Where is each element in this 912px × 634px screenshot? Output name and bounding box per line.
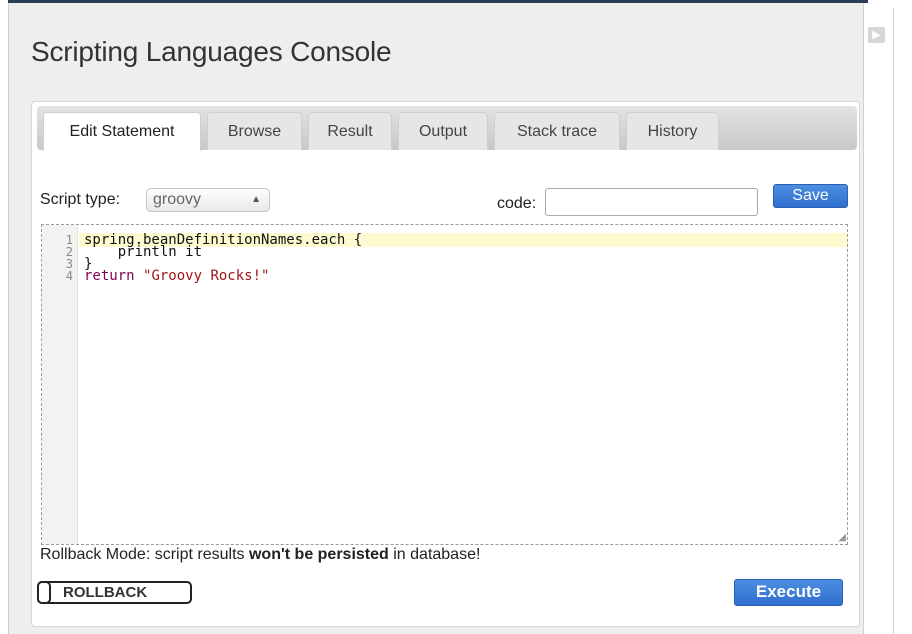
rollback-note-suffix: in database!	[388, 546, 481, 563]
code-line: return "Groovy Rocks!"	[84, 268, 270, 284]
page-title: Scripting Languages Console	[31, 36, 392, 67]
rollback-note-prefix: Rollback Mode: script results	[40, 546, 249, 563]
line-number: 4	[65, 269, 73, 283]
execute-button[interactable]: Execute	[734, 579, 843, 606]
string-token: "Groovy Rocks!"	[143, 268, 270, 284]
rollback-note: Rollback Mode: script results won't be p…	[40, 546, 480, 564]
tab-history[interactable]: History	[626, 112, 719, 150]
toggle-knob	[37, 581, 51, 604]
rollback-toggle[interactable]: ROLLBACK	[37, 581, 192, 604]
tab-browse[interactable]: Browse	[207, 112, 302, 150]
save-button[interactable]: Save	[773, 184, 848, 208]
code-line: println it	[84, 244, 203, 260]
script-type-select[interactable]: groovy ▲	[146, 188, 270, 212]
tab-output[interactable]: Output	[398, 112, 488, 150]
collapse-panel-icon[interactable]: ▶	[868, 27, 885, 43]
tab-bar: Edit Statement Browse Result Output Stac…	[37, 106, 857, 151]
tab-edit-statement[interactable]: Edit Statement	[43, 112, 201, 151]
keyword-token: return	[84, 268, 135, 284]
line-number-gutter: 1 2 3 4	[42, 225, 78, 544]
select-arrows-icon: ▲	[251, 194, 261, 205]
tab-stack-trace[interactable]: Stack trace	[494, 112, 620, 150]
code-label: code:	[497, 195, 537, 212]
script-type-label: Script type:	[40, 191, 121, 208]
resize-grip-icon[interactable]: ◢	[838, 533, 846, 543]
right-divider	[893, 8, 894, 634]
tab-result[interactable]: Result	[308, 112, 392, 150]
rollback-toggle-label: ROLLBACK	[63, 584, 148, 601]
code-input[interactable]	[545, 188, 758, 216]
script-editor[interactable]: 1 2 3 4 spring.beanDefinitionNames.each …	[41, 224, 848, 545]
console-card: Edit Statement Browse Result Output Stac…	[31, 101, 860, 627]
rollback-note-bold: won't be persisted	[248, 546, 389, 563]
script-type-value: groovy	[153, 191, 202, 208]
